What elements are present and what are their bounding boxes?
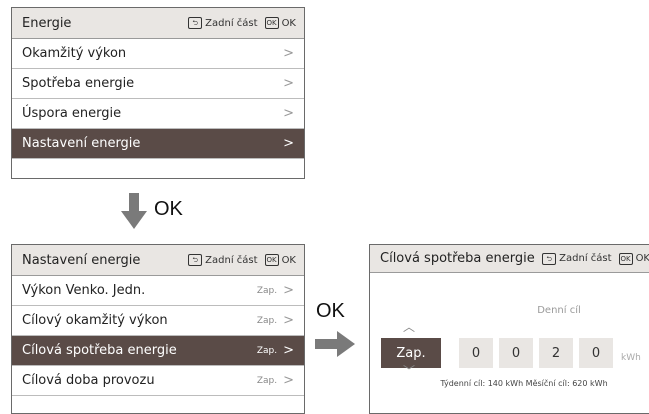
- energy-settings-title: Nastavení energie: [22, 252, 141, 268]
- ok-hint-label: OK: [281, 254, 296, 266]
- menu-item-label: Nastavení energie: [22, 136, 141, 151]
- target-energy-panel: Cílová spotřeba energie ⮌ Zadní část OK …: [369, 244, 649, 414]
- chevron-up-icon[interactable]: ︿: [403, 318, 415, 335]
- chevron-right-icon: >: [283, 76, 294, 91]
- digit-3[interactable]: 2: [539, 338, 573, 368]
- energy-settings-header: Nastavení energie ⮌ Zadní část OK OK: [12, 245, 304, 276]
- back-key-icon: ⮌: [188, 254, 203, 266]
- ok-hint-label: OK: [635, 253, 649, 264]
- menu-item-label: Výkon Venko. Jedn.: [22, 283, 146, 298]
- menu-item-value: Zap.: [256, 315, 278, 326]
- menu-item-label: Cílová spotřeba energie: [22, 343, 177, 358]
- target-energy-header: Cílová spotřeba energie ⮌ Zadní část OK …: [370, 245, 649, 273]
- chevron-right-icon: >: [283, 106, 294, 121]
- menu-item-value: Zap.: [256, 345, 278, 356]
- energy-settings-panel: Nastavení energie ⮌ Zadní část OK OK Výk…: [11, 244, 305, 414]
- chevron-right-icon: >: [283, 46, 294, 61]
- digit-1[interactable]: 0: [459, 338, 493, 368]
- menu-item-label: Cílová doba provozu: [22, 373, 155, 388]
- arrow-down-icon: [121, 193, 147, 229]
- chevron-right-icon: >: [283, 313, 294, 328]
- daily-goal-label: Denní cíl: [537, 305, 581, 316]
- ok-hint-label: OK: [281, 17, 296, 29]
- chevron-right-icon: >: [283, 343, 294, 358]
- digit-2[interactable]: 0: [499, 338, 533, 368]
- ok-key-icon: OK: [618, 252, 633, 265]
- menu-item-label: Okamžitý výkon: [22, 46, 127, 61]
- unit-label: kWh: [621, 353, 641, 363]
- menu-item-value: Zap.: [256, 375, 278, 386]
- back-key-icon: ⮌: [542, 252, 557, 265]
- weekly-monthly-summary: Týdenní cíl: 140 kWh Měsíční cíl: 620 kW…: [440, 379, 608, 388]
- menu-item-instant-power[interactable]: Okamžitý výkon >: [12, 39, 304, 69]
- menu-item-target-operation-time[interactable]: Cílová doba provozu Zap. >: [12, 366, 304, 396]
- energy-menu-title: Energie: [22, 15, 72, 31]
- ok-key-icon: OK: [264, 254, 279, 266]
- arrow-down-ok-label: OK: [154, 198, 183, 220]
- ok-key-icon: OK: [264, 17, 279, 29]
- menu-item-target-energy-consumption[interactable]: Cílová spotřeba energie Zap. >: [12, 336, 304, 366]
- header-hints: ⮌ Zadní část OK OK: [188, 17, 296, 29]
- menu-item-energy-saving[interactable]: Úspora energie >: [12, 99, 304, 129]
- menu-item-label: Úspora energie: [22, 106, 122, 121]
- chevron-right-icon: >: [283, 136, 294, 151]
- menu-item-value: Zap.: [256, 285, 278, 296]
- header-hints: ⮌ Zadní část OK OK: [188, 254, 296, 266]
- back-hint-label: Zadní část: [559, 253, 612, 264]
- menu-item-target-instant-power[interactable]: Cílový okamžitý výkon Zap. >: [12, 306, 304, 336]
- menu-item-label: Cílový okamžitý výkon: [22, 313, 168, 328]
- chevron-right-icon: >: [283, 283, 294, 298]
- chevron-right-icon: >: [283, 373, 294, 388]
- digit-4[interactable]: 0: [579, 338, 613, 368]
- arrow-right-icon: [315, 331, 355, 357]
- header-hints: ⮌ Zadní část OK OK: [542, 252, 649, 265]
- target-energy-title: Cílová spotřeba energie: [380, 251, 535, 266]
- back-hint-label: Zadní část: [205, 17, 258, 29]
- arrow-right-ok-label: OK: [316, 300, 345, 322]
- back-hint-label: Zadní část: [205, 254, 258, 266]
- back-key-icon: ⮌: [188, 17, 203, 29]
- chevron-down-icon[interactable]: ﹀: [403, 362, 415, 379]
- menu-item-label: Spotřeba energie: [22, 76, 135, 91]
- menu-item-energy-settings[interactable]: Nastavení energie >: [12, 129, 304, 159]
- energy-menu-panel: Energie ⮌ Zadní část OK OK Okamžitý výko…: [11, 7, 305, 179]
- menu-item-energy-consumption[interactable]: Spotřeba energie >: [12, 69, 304, 99]
- energy-menu-header: Energie ⮌ Zadní část OK OK: [12, 8, 304, 39]
- menu-item-outdoor-unit-power[interactable]: Výkon Venko. Jedn. Zap. >: [12, 276, 304, 306]
